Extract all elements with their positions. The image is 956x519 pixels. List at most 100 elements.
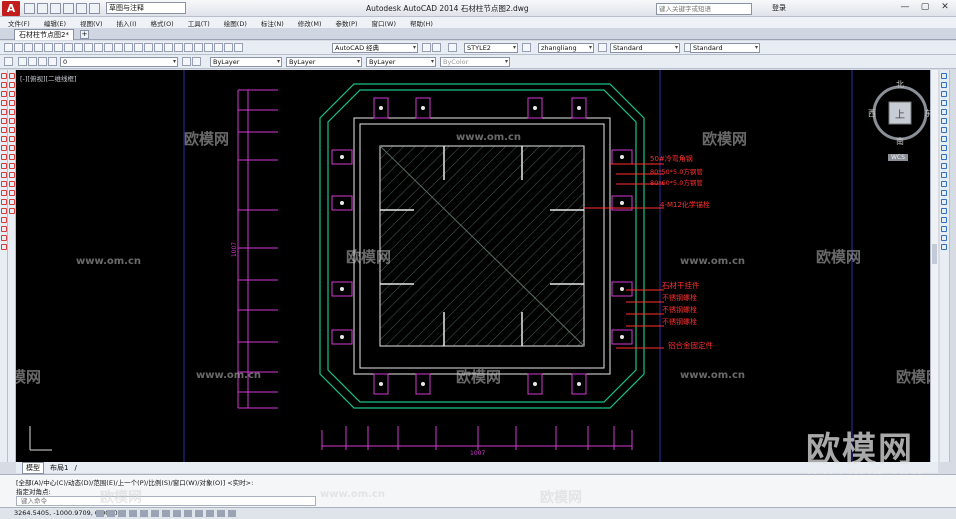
ellipse-arc-icon[interactable] (1, 163, 7, 169)
cut-icon[interactable] (64, 43, 73, 52)
spline-icon[interactable] (1, 145, 7, 151)
menu-draw[interactable]: 绘图(D) (224, 18, 247, 28)
text-style-combo[interactable]: STYLE2 (464, 43, 518, 53)
autocad-logo-icon[interactable]: A (2, 0, 20, 16)
dim-style-combo[interactable]: zhangliang (538, 43, 594, 53)
polyline-icon[interactable] (1, 91, 7, 97)
osnap-app-icon[interactable] (9, 109, 15, 115)
construction-line-icon[interactable] (1, 82, 7, 88)
make-block-icon[interactable] (1, 181, 7, 187)
saveas-icon[interactable] (63, 2, 74, 14)
break-point-icon[interactable] (941, 172, 947, 178)
vertical-scrollbar[interactable] (930, 70, 938, 462)
markup-icon[interactable] (214, 43, 223, 52)
break-icon[interactable] (941, 181, 947, 187)
undo-icon[interactable] (89, 2, 100, 14)
chamfer-icon[interactable] (941, 199, 947, 205)
match-icon[interactable] (94, 43, 103, 52)
region-icon[interactable] (1, 217, 7, 223)
maximize-button[interactable]: ▢ (916, 1, 934, 14)
workspace-combo[interactable]: AutoCAD 经典 (332, 43, 418, 53)
menu-insert[interactable]: 插入(I) (117, 18, 137, 28)
menu-view[interactable]: 视图(V) (80, 18, 103, 28)
osnap-tan-icon[interactable] (9, 145, 15, 151)
dynamic-ucs-icon[interactable] (173, 510, 181, 517)
osnap-ins-icon[interactable] (9, 172, 15, 178)
osnap-none-icon[interactable] (9, 199, 15, 205)
design-center-icon[interactable] (184, 43, 193, 52)
mirror-icon[interactable] (941, 91, 947, 97)
rotate-icon[interactable] (941, 127, 947, 133)
viewcube-top-face[interactable]: 上 (895, 106, 905, 121)
publish-icon[interactable] (54, 43, 63, 52)
multileader-style-combo[interactable]: Standard (690, 43, 760, 53)
osnap-int-icon[interactable] (9, 100, 15, 106)
table-style-combo[interactable]: Standard (610, 43, 680, 53)
object-snap-icon[interactable] (140, 510, 148, 517)
menu-file[interactable]: 文件(F) (8, 18, 30, 28)
quick-properties-icon[interactable] (217, 510, 225, 517)
gear-icon[interactable] (422, 43, 431, 52)
mtext-icon[interactable] (1, 235, 7, 241)
arc-icon[interactable] (1, 118, 7, 124)
osnap-per-icon[interactable] (9, 154, 15, 160)
add-selected-icon[interactable] (1, 244, 7, 250)
extend-icon[interactable] (941, 163, 947, 169)
zoom-realtime-icon[interactable] (144, 43, 153, 52)
osnap-nea-icon[interactable] (9, 190, 15, 196)
tab-layout1[interactable]: 布局1 (50, 463, 68, 473)
table-style-icon[interactable] (598, 43, 607, 52)
osnap-ext-icon[interactable] (9, 118, 15, 124)
osnap-nod-icon[interactable] (9, 181, 15, 187)
workspace-selector[interactable]: 草图与注释 (106, 2, 186, 14)
transparency-icon[interactable] (206, 510, 214, 517)
open-icon[interactable] (14, 43, 23, 52)
array-icon[interactable] (941, 109, 947, 115)
lineweight-icon[interactable] (195, 510, 203, 517)
command-input[interactable]: 键入命令 (16, 496, 316, 506)
open-icon[interactable] (37, 2, 48, 14)
hatch-icon[interactable] (1, 199, 7, 205)
blend-icon[interactable] (941, 217, 947, 223)
color-swatch-icon[interactable] (48, 57, 57, 66)
osnap-end-icon[interactable] (9, 82, 15, 88)
fillet-icon[interactable] (941, 208, 947, 214)
menu-parametric[interactable]: 参数(P) (335, 18, 357, 28)
dim-style-icon[interactable] (522, 43, 531, 52)
calc-icon[interactable] (224, 43, 233, 52)
layer-previous-icon[interactable] (192, 57, 201, 66)
move-icon[interactable] (941, 118, 947, 124)
object-tracking-icon[interactable] (162, 510, 170, 517)
viewcube[interactable]: 北 南 东 西 上 WCS (868, 80, 932, 170)
plotstyle-combo[interactable]: ByColor (440, 57, 510, 67)
search-input[interactable]: 键入关键字或短语 (656, 3, 752, 15)
ortho-mode-icon[interactable] (118, 510, 126, 517)
osnap-settings-icon[interactable] (9, 208, 15, 214)
snap-icon[interactable] (9, 73, 15, 79)
gradient-icon[interactable] (1, 208, 7, 214)
text-edit-icon[interactable] (941, 235, 947, 241)
sun-icon[interactable] (28, 57, 37, 66)
menu-tools[interactable]: 工具(T) (188, 18, 210, 28)
menu-help[interactable]: 帮助(H) (410, 18, 433, 28)
lineweight-combo[interactable]: ByLayer (366, 57, 436, 67)
viewcube-south[interactable]: 南 (896, 136, 904, 147)
point-icon[interactable] (1, 190, 7, 196)
layer-combo[interactable]: 0 (60, 57, 178, 67)
copy-icon[interactable] (74, 43, 83, 52)
line-icon[interactable] (1, 73, 7, 79)
stretch-icon[interactable] (941, 145, 947, 151)
selection-cycling-icon[interactable] (228, 510, 236, 517)
close-button[interactable]: ✕ (936, 1, 954, 14)
scroll-thumb[interactable] (932, 244, 937, 264)
erase-icon[interactable] (941, 73, 947, 79)
save-icon[interactable] (24, 43, 33, 52)
osnap-qua-icon[interactable] (9, 136, 15, 142)
grid-display-icon[interactable] (107, 510, 115, 517)
table-icon[interactable] (1, 226, 7, 232)
menu-window[interactable]: 窗口(W) (371, 18, 396, 28)
revcloud-icon[interactable] (1, 136, 7, 142)
layer-properties-icon[interactable] (4, 57, 13, 66)
rectangle-icon[interactable] (1, 109, 7, 115)
properties-icon[interactable] (174, 43, 183, 52)
